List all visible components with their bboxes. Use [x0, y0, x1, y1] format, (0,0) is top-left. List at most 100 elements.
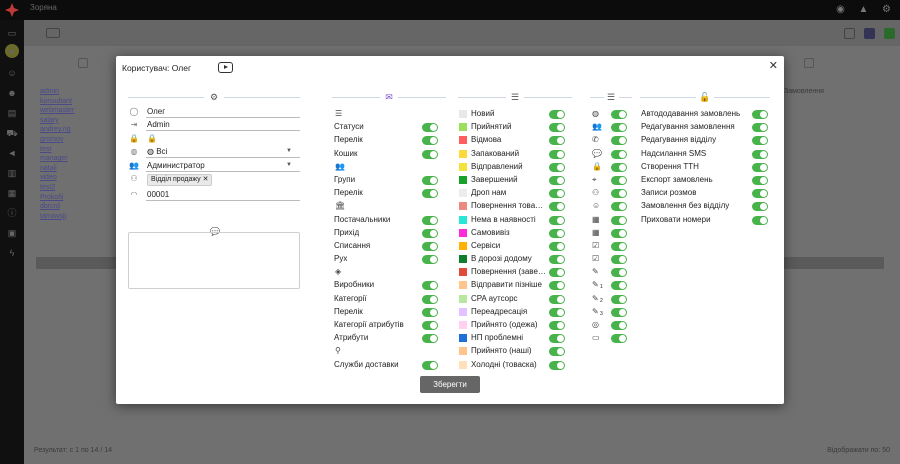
permission-toggle[interactable]	[422, 123, 438, 133]
permission-toggle[interactable]	[549, 334, 565, 344]
background-list-item[interactable]: Prokofii	[40, 194, 74, 204]
permission-toggle[interactable]	[422, 360, 438, 370]
permission-toggle[interactable]	[611, 307, 627, 317]
code-field[interactable]: 00001	[146, 189, 300, 201]
permission-toggle[interactable]	[549, 123, 565, 133]
permission-toggle[interactable]	[752, 215, 768, 225]
permission-toggle[interactable]	[422, 175, 438, 185]
permission-toggle[interactable]	[422, 215, 438, 225]
chat-icon[interactable]	[804, 58, 814, 68]
user-icon[interactable]: ☻	[5, 86, 19, 100]
add-icon[interactable]	[884, 28, 895, 39]
permission-toggle[interactable]	[549, 162, 565, 172]
background-list-item[interactable]: salary	[40, 117, 74, 127]
permission-toggle[interactable]	[549, 136, 565, 146]
lightning-icon[interactable]: ϟ	[5, 246, 19, 260]
filter-icon[interactable]	[864, 28, 875, 39]
video-help-icon[interactable]	[46, 28, 60, 38]
notifications-icon[interactable]: ▲	[857, 3, 870, 16]
permission-toggle[interactable]	[422, 255, 438, 265]
permission-toggle[interactable]	[549, 255, 565, 265]
name-field[interactable]: Олег	[146, 106, 300, 118]
permission-toggle[interactable]	[611, 136, 627, 146]
wallet-icon[interactable]: ▣	[5, 226, 19, 240]
permission-toggle[interactable]	[611, 294, 627, 304]
permission-toggle[interactable]	[549, 241, 565, 251]
background-list-item[interactable]: test2	[40, 184, 74, 194]
background-list-item[interactable]: manager	[40, 155, 74, 165]
permission-toggle[interactable]	[611, 189, 627, 199]
permission-toggle[interactable]	[611, 334, 627, 344]
permission-toggle[interactable]	[549, 307, 565, 317]
permission-toggle[interactable]	[549, 321, 565, 330]
permission-toggle[interactable]	[549, 281, 565, 291]
password-field[interactable]: 🔒	[146, 133, 300, 145]
background-list-item[interactable]: dbrcrd	[40, 203, 74, 213]
permission-toggle[interactable]	[611, 215, 627, 225]
permission-toggle[interactable]	[611, 123, 627, 133]
permission-toggle[interactable]	[752, 110, 768, 119]
permission-toggle[interactable]	[549, 228, 565, 238]
permission-toggle[interactable]	[611, 281, 627, 291]
background-list-item[interactable]: andrey.ng	[40, 126, 74, 136]
department-select[interactable]: Відділ продажу ✕	[146, 173, 300, 186]
permission-toggle[interactable]	[752, 202, 768, 212]
permission-toggle[interactable]	[611, 149, 627, 159]
permission-toggle[interactable]	[752, 149, 768, 159]
document-icon[interactable]: ▤	[5, 106, 19, 120]
megaphone-icon[interactable]: ◄	[5, 146, 19, 160]
permission-toggle[interactable]	[549, 215, 565, 225]
permission-toggle[interactable]	[422, 321, 438, 330]
permission-toggle[interactable]	[611, 202, 627, 212]
permission-toggle[interactable]	[549, 110, 565, 119]
permission-toggle[interactable]	[611, 162, 627, 172]
background-list-item[interactable]: admin	[40, 88, 74, 98]
permission-toggle[interactable]	[422, 334, 438, 344]
permission-toggle[interactable]	[752, 175, 768, 185]
role-select[interactable]: Администратор ▼	[146, 160, 300, 172]
account-icon[interactable]: ◉	[834, 3, 847, 16]
permission-toggle[interactable]	[611, 255, 627, 265]
permission-toggle[interactable]	[422, 307, 438, 317]
background-list-item[interactable]: gromov	[40, 136, 74, 146]
permission-toggle[interactable]	[752, 162, 768, 172]
permission-toggle[interactable]	[611, 175, 627, 185]
background-list-item[interactable]: video	[40, 174, 74, 184]
permission-toggle[interactable]	[422, 241, 438, 251]
permission-toggle[interactable]	[549, 149, 565, 159]
permission-toggle[interactable]	[752, 123, 768, 133]
remove-tag-icon[interactable]: ✕	[203, 176, 209, 183]
background-list-item[interactable]: natali	[40, 165, 74, 175]
close-button[interactable]: ✕	[769, 59, 778, 72]
save-button[interactable]: Зберегти	[420, 376, 480, 393]
permission-toggle[interactable]	[611, 268, 627, 278]
permission-toggle[interactable]	[549, 268, 565, 278]
chart-icon[interactable]: ▥	[5, 166, 19, 180]
cart-icon[interactable]: ⛟	[5, 126, 19, 140]
permission-toggle[interactable]	[752, 136, 768, 146]
background-list-item[interactable]: tarnavsjj	[40, 213, 74, 223]
login-field[interactable]: Admin	[146, 119, 300, 132]
region-select[interactable]: ◍ Всі ▼	[146, 146, 300, 159]
permission-toggle[interactable]	[611, 228, 627, 238]
permission-toggle[interactable]	[549, 189, 565, 199]
info-icon[interactable]: ⓘ	[5, 206, 19, 220]
permission-toggle[interactable]	[752, 189, 768, 199]
background-list-item[interactable]: webmaster	[40, 107, 74, 117]
video-help-button[interactable]	[218, 62, 233, 73]
permission-toggle[interactable]	[549, 347, 565, 357]
permission-toggle[interactable]	[422, 136, 438, 146]
permission-toggle[interactable]	[422, 149, 438, 159]
comment-textarea[interactable]	[128, 232, 300, 289]
refresh-icon[interactable]	[844, 28, 855, 39]
permission-toggle[interactable]	[422, 281, 438, 291]
permission-toggle[interactable]	[549, 360, 565, 370]
permission-toggle[interactable]	[611, 110, 627, 119]
permission-toggle[interactable]	[611, 241, 627, 251]
permission-toggle[interactable]	[422, 228, 438, 238]
permission-toggle[interactable]	[549, 202, 565, 212]
permission-toggle[interactable]	[422, 189, 438, 199]
permission-toggle[interactable]	[549, 294, 565, 304]
tab-icon[interactable]	[78, 58, 88, 68]
permission-toggle[interactable]	[549, 175, 565, 185]
